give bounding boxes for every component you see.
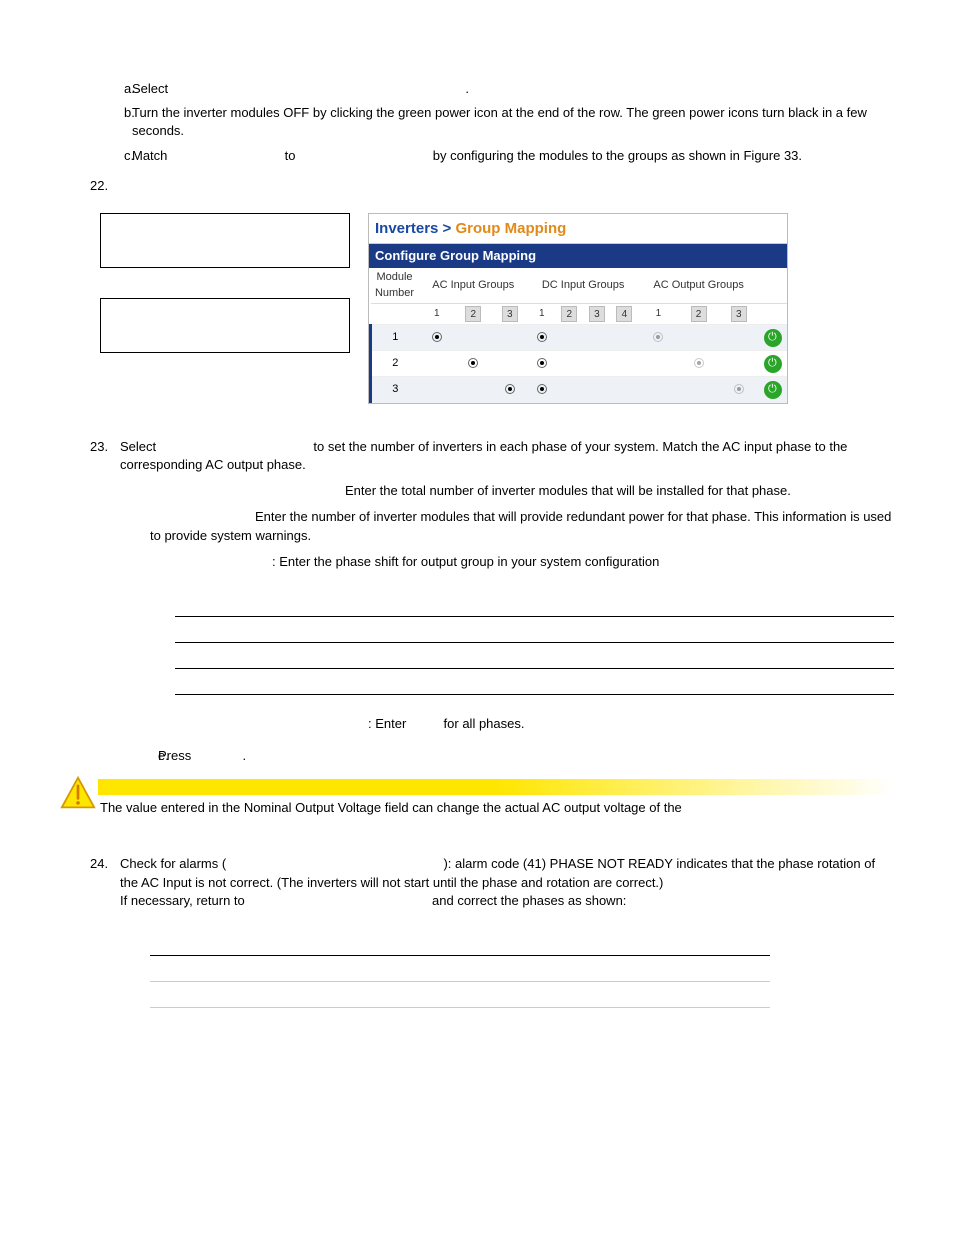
num: 2 [465,306,481,322]
word: for all phases. [444,716,525,731]
power-icon[interactable] [764,381,782,399]
radio-dcin[interactable] [537,358,547,368]
num: 3 [589,306,605,322]
num: 4 [616,306,632,322]
group-mapping-panel: Inverters > Group Mapping Configure Grou… [368,213,788,404]
module-num: 3 [371,377,419,403]
word: by configuring the modules to the groups… [433,148,802,163]
col-module: Module Number [371,268,419,303]
radio-acout[interactable] [653,332,663,342]
word: to set the number of inverters in each p… [120,439,847,472]
paragraph: : Enter for all phases. [150,715,894,733]
module-num: 1 [371,325,419,351]
word: ): alarm code (41) PHASE NOT READY indic… [120,856,875,889]
radio-dcin[interactable] [537,384,547,394]
group-mapping-table: Module Number AC Input Groups DC Input G… [369,268,787,403]
document-content: a. Select . b. Turn the inverter modules… [60,80,894,765]
figure-row: Inverters > Group Mapping Configure Grou… [90,213,894,404]
word: to [285,148,296,163]
col-dcin: DC Input Groups [528,268,638,303]
table-row: 1 [371,325,788,351]
radio-dcin[interactable] [537,332,547,342]
marker: a. [90,80,124,98]
bullet-lines [175,591,894,695]
text: Select to set the number of inverters in… [120,438,894,474]
word: Check for alarms ( [120,856,226,871]
col-acout: AC Output Groups [638,268,759,303]
word: : Enter [368,716,406,731]
table-row: 3 [371,377,788,403]
paragraph: Enter the total number of inverter modul… [150,482,894,500]
radio-acout[interactable] [734,384,744,394]
table-row: 2 [371,351,788,377]
marker: 24. [90,855,120,910]
line [150,930,770,956]
module-num: 2 [371,351,419,377]
radio-acout[interactable] [694,358,704,368]
num: 2 [561,306,577,322]
word: Match [132,148,167,163]
bullet-lines [150,930,770,1008]
word: If necessary, return to [120,893,245,908]
power-icon[interactable] [764,329,782,347]
step-b: b. Turn the inverter modules OFF by clic… [90,104,894,140]
word: . [242,748,246,763]
col-acin: AC Input Groups [419,268,528,303]
text: Check for alarms ( ): alarm code (41) PH… [120,855,894,910]
num: 1 [534,306,550,322]
empty-box [100,213,350,268]
step-23: 23. Select to set the number of inverter… [90,438,894,474]
word: and correct the phases as shown: [432,893,626,908]
left-boxes [100,213,350,404]
word: Select [132,81,168,96]
num: 3 [731,306,747,322]
step-24: 24. Check for alarms ( ): alarm code (41… [90,855,894,910]
radio-acin[interactable] [468,358,478,368]
step-e: e. Press . [124,747,894,765]
marker: e. [124,747,158,765]
line [175,669,894,695]
radio-acin[interactable] [505,384,515,394]
word: Select [120,439,156,454]
title-orange: Group Mapping [455,220,566,237]
line [175,643,894,669]
period: . [465,81,469,96]
line [175,591,894,617]
paragraph: : Enter the phase shift for output group… [150,553,894,571]
line [175,617,894,643]
line [150,956,770,982]
marker: c. [90,147,124,165]
panel-title: Inverters > Group Mapping [369,214,787,244]
caution-block: The value entered in the Nominal Output … [60,779,894,821]
caution-body: The value entered in the Nominal Output … [98,779,894,821]
caution-icon [60,775,96,811]
word: Press [158,748,191,763]
caution-header-bar [98,779,894,795]
line [150,982,770,1008]
num: 1 [650,306,666,322]
step-c: c. Match to by configuring the modules t… [90,147,894,165]
num: 1 [429,306,445,322]
marker: 22. [90,177,120,195]
title-pre: Inverters > [375,220,455,237]
step-22: 22. [90,177,894,195]
power-icon[interactable] [764,355,782,373]
marker: b. [90,104,124,140]
step-a: a. Select . [90,80,894,98]
text: Select . [124,80,894,98]
text: Turn the inverter modules OFF by clickin… [124,104,894,140]
num: 2 [691,306,707,322]
radio-acin[interactable] [432,332,442,342]
num: 3 [502,306,518,322]
panel-subtitle: Configure Group Mapping [369,244,787,268]
text: Enter the number of inverter modules tha… [150,509,891,542]
marker: 23. [90,438,120,474]
text: Match to by configuring the modules to t… [124,147,894,165]
caution-text: The value entered in the Nominal Output … [98,795,894,821]
paragraph: Enter the number of inverter modules tha… [150,508,894,544]
empty-box [100,298,350,353]
text: Press . [158,747,246,765]
